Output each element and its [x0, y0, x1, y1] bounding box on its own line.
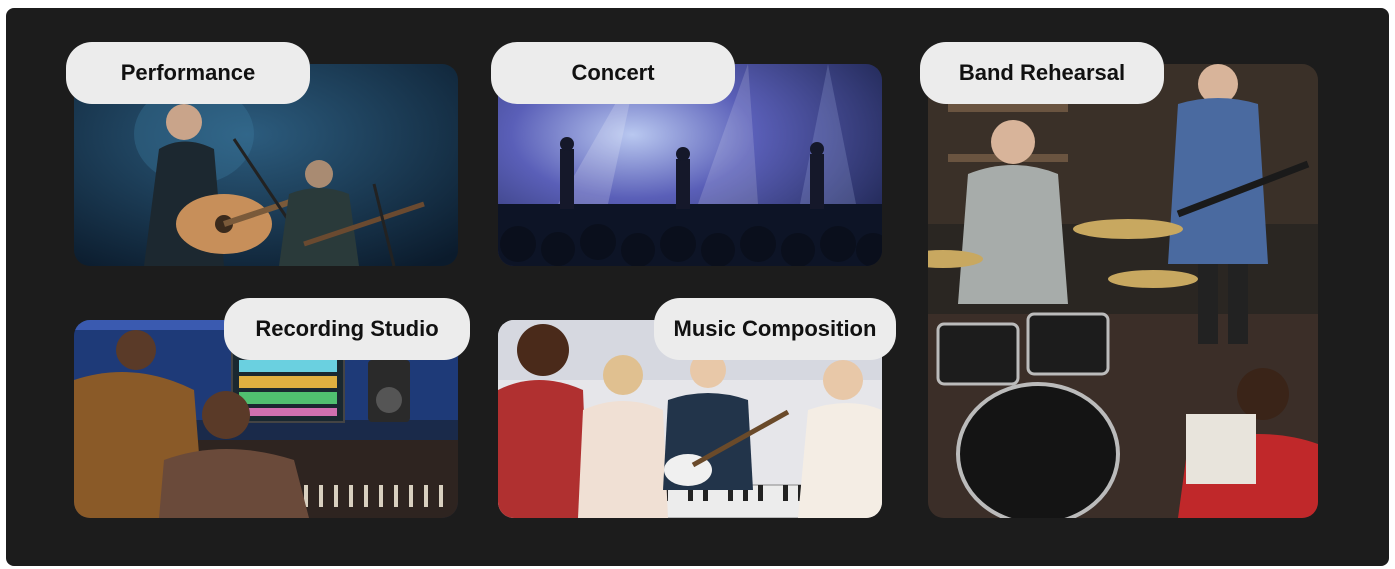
band-rehearsal-photo	[928, 64, 1318, 518]
tag-recording-studio[interactable]: Recording Studio	[224, 298, 470, 360]
tag-band-rehearsal[interactable]: Band Rehearsal	[920, 42, 1164, 104]
tag-music-composition[interactable]: Music Composition	[654, 298, 896, 360]
tag-concert[interactable]: Concert	[491, 42, 735, 104]
tag-performance[interactable]: Performance	[66, 42, 310, 104]
scenario-gallery: Performance Concert Band Rehearsal Recor…	[6, 8, 1389, 566]
card-band-rehearsal[interactable]	[928, 64, 1318, 518]
